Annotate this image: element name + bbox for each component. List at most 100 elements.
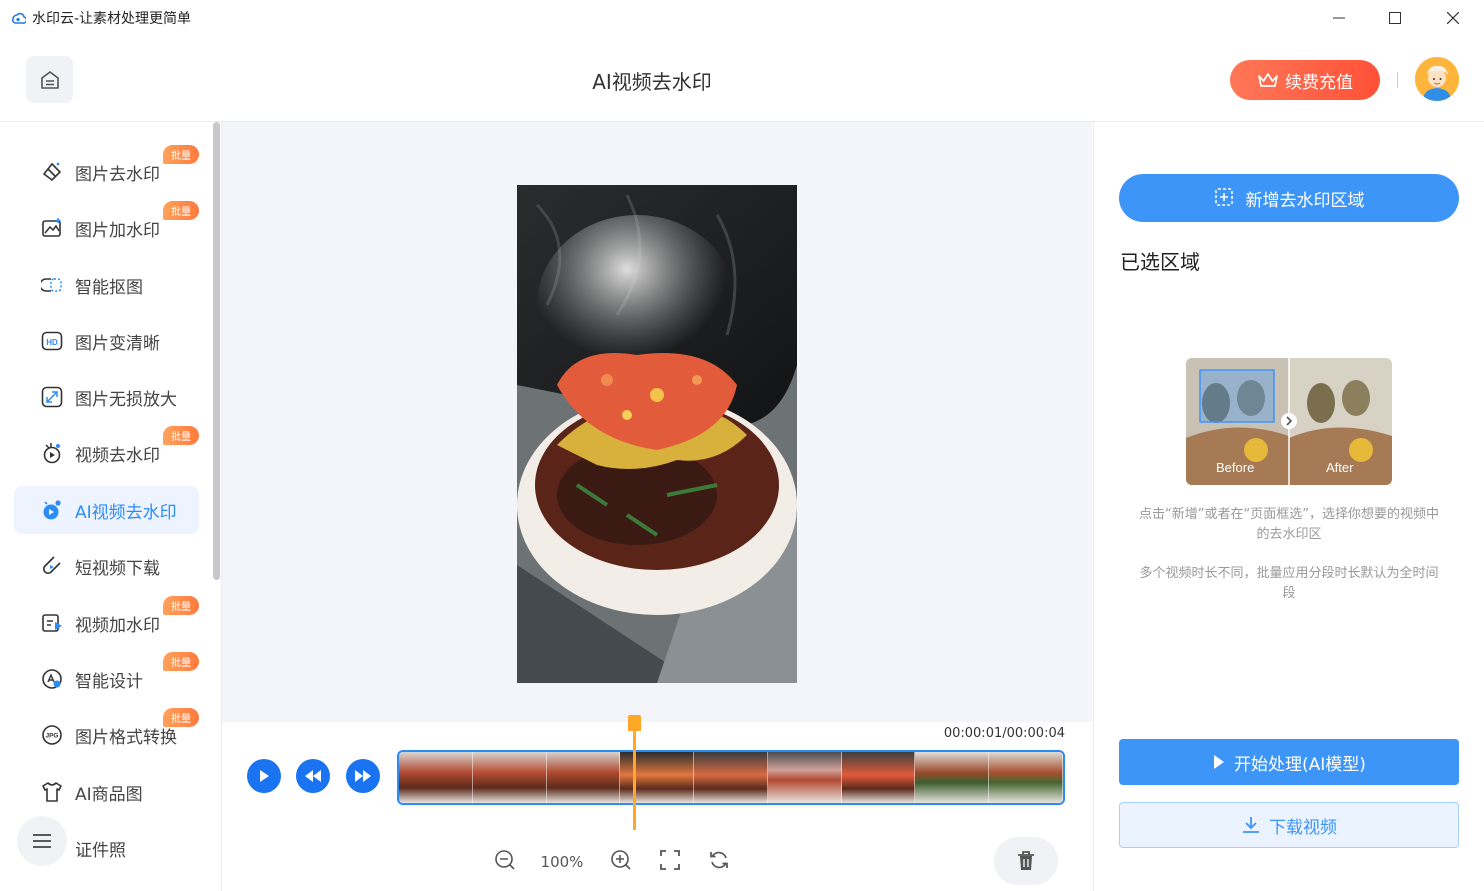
- sidebar-item-image-upscale[interactable]: 图片无损放大: [14, 373, 199, 421]
- sidebar-item-label: 短视频下载: [75, 558, 160, 579]
- video-preview-area[interactable]: [222, 122, 1092, 722]
- sidebar-item-ai-video-remove-watermark[interactable]: AI视频去水印: [14, 486, 199, 534]
- tip-select-area: 点击“新增”或者在“页面框选”，选择你想要的视频中的去水印区: [1139, 507, 1439, 542]
- add-area-label: 新增去水印区域: [1245, 190, 1365, 211]
- page-title: AI视频去水印: [592, 70, 712, 94]
- batch-badge: 批量: [163, 596, 199, 615]
- sidebar-item-image-remove-watermark[interactable]: 图片去水印 批量: [14, 145, 199, 196]
- video-frame[interactable]: [517, 185, 797, 683]
- sidebar: 图片去水印 批量 图片加水印 批量 智能抠图 HD 图片变清晰 图片无损放大 视…: [0, 122, 222, 891]
- sidebar-item-label: 智能抠图: [75, 277, 143, 298]
- window-title: 水印云-让素材处理更简单: [32, 11, 192, 27]
- ai-video-icon: [40, 498, 64, 522]
- zoom-level: 100%: [540, 853, 584, 871]
- start-label: 开始处理(AI模型): [1234, 754, 1366, 775]
- timeline-frame: [399, 752, 473, 803]
- timeline-frame: [841, 752, 916, 803]
- minimize-button[interactable]: [1310, 0, 1368, 36]
- video-image: [517, 185, 797, 683]
- sidebar-item-label: 视频加水印: [75, 615, 160, 636]
- jpg-icon: JPG: [40, 723, 64, 747]
- sidebar-item-label: AI视频去水印: [75, 502, 177, 523]
- renew-button[interactable]: 续费充值: [1230, 60, 1380, 100]
- avatar[interactable]: [1415, 57, 1459, 101]
- timeline-frame: [472, 752, 547, 803]
- avatar-image: [1415, 57, 1459, 101]
- sidebar-item-ai-product-image[interactable]: AI商品图: [14, 768, 199, 816]
- selected-area-title: 已选区域: [1120, 250, 1200, 274]
- timeline-frame: [989, 752, 1063, 803]
- play-icon: [1214, 755, 1225, 769]
- play-icon: [260, 770, 269, 782]
- close-button[interactable]: [1424, 0, 1482, 36]
- refresh-icon: [710, 851, 728, 869]
- fit-screen-button[interactable]: [657, 847, 683, 873]
- sidebar-item-video-remove-watermark[interactable]: 视频去水印 批量: [14, 426, 199, 477]
- collapse-sidebar-button[interactable]: [17, 816, 67, 866]
- fast-forward-icon: [355, 770, 371, 782]
- crown-icon: [1258, 73, 1278, 87]
- sidebar-item-smart-design[interactable]: 智能设计 批量: [14, 652, 199, 703]
- sidebar-item-image-enhance[interactable]: HD 图片变清晰: [14, 317, 199, 365]
- fast-forward-button[interactable]: [346, 759, 380, 793]
- video-timeline[interactable]: [397, 750, 1065, 805]
- batch-badge: 批量: [163, 708, 199, 727]
- sidebar-scrollbar[interactable]: [213, 122, 220, 580]
- playhead-line[interactable]: [633, 729, 636, 830]
- timeline-frame: [620, 752, 695, 803]
- maximize-button[interactable]: [1366, 0, 1424, 36]
- sidebar-item-image-format-convert[interactable]: JPG 图片格式转换 批量: [14, 708, 199, 759]
- download-icon: [1243, 817, 1259, 833]
- add-area-icon: [1214, 188, 1233, 206]
- main-editor: 00:00:01/00:00:04 100%: [222, 122, 1092, 891]
- video-add-icon: [40, 611, 64, 635]
- minimize-icon: [1333, 17, 1345, 19]
- timeline-frame: [546, 752, 621, 803]
- image-add-icon: [40, 216, 64, 240]
- right-panel: 新增去水印区域 已选区域 Before After 点击“新增”或者在“页面框选…: [1093, 122, 1484, 891]
- sidebar-item-label: 图片无损放大: [75, 389, 177, 410]
- add-watermark-area-button[interactable]: 新增去水印区域: [1119, 174, 1459, 222]
- sidebar-item-short-video-download[interactable]: 短视频下载: [14, 542, 199, 590]
- delete-button[interactable]: [994, 837, 1058, 885]
- zoom-in-button[interactable]: [608, 847, 634, 873]
- shirt-icon: [40, 780, 64, 804]
- batch-badge: 批量: [163, 201, 199, 220]
- cutout-icon: [40, 273, 64, 297]
- renew-label: 续费充值: [1285, 72, 1353, 93]
- header: AI视频去水印 续费充值: [0, 36, 1484, 122]
- close-icon: [1447, 12, 1459, 24]
- play-button[interactable]: [247, 759, 281, 793]
- zoom-out-icon: [495, 850, 515, 870]
- design-icon: [40, 667, 64, 691]
- app-logo-icon: [12, 12, 26, 24]
- sidebar-item-label: AI商品图: [75, 784, 143, 805]
- reset-button[interactable]: [706, 847, 732, 873]
- maximize-icon: [1389, 12, 1401, 24]
- sidebar-item-video-add-watermark[interactable]: 视频加水印 批量: [14, 596, 199, 647]
- after-label: After: [1326, 460, 1354, 475]
- svg-text:HD: HD: [46, 338, 58, 347]
- fullscreen-icon: [660, 850, 680, 870]
- zoom-out-button[interactable]: [492, 847, 518, 873]
- download-video-button[interactable]: 下载视频: [1119, 802, 1459, 848]
- title-bar: 水印云-让素材处理更简单: [0, 0, 1484, 36]
- batch-badge: 批量: [163, 426, 199, 445]
- rewind-button[interactable]: [296, 759, 330, 793]
- trash-icon: [1018, 851, 1034, 870]
- sidebar-item-smart-cutout[interactable]: 智能抠图: [14, 261, 199, 309]
- menu-icon: [33, 834, 51, 848]
- header-divider: [1397, 72, 1398, 88]
- time-label: 00:00:01/00:00:04: [943, 726, 1065, 741]
- download-label: 下载视频: [1269, 817, 1337, 838]
- batch-badge: 批量: [163, 145, 199, 164]
- timeline-frame: [694, 752, 768, 803]
- sidebar-item-label: 图片去水印: [75, 164, 160, 185]
- sidebar-item-label: 图片加水印: [75, 220, 160, 241]
- rewind-icon: [305, 770, 321, 782]
- video-eraser-icon: [40, 441, 64, 465]
- sidebar-item-image-add-watermark[interactable]: 图片加水印 批量: [14, 201, 199, 252]
- batch-badge: 批量: [163, 652, 199, 671]
- start-processing-button[interactable]: 开始处理(AI模型): [1119, 739, 1459, 785]
- before-label: Before: [1216, 460, 1255, 475]
